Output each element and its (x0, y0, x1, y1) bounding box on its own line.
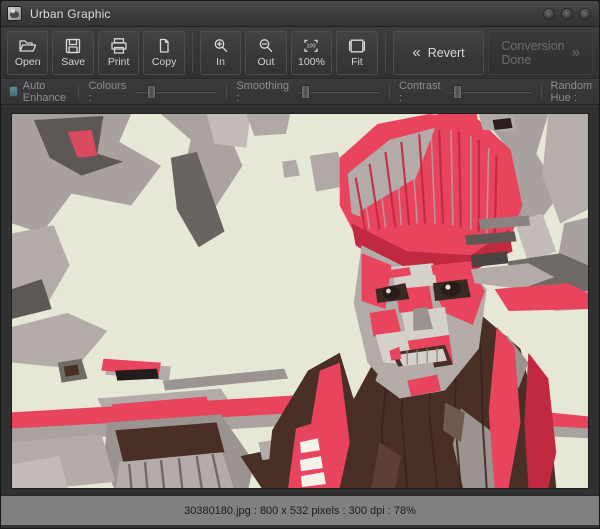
title-bar: Urban Graphic (1, 1, 599, 27)
revert-button-label: Revert (428, 46, 465, 60)
main-toolbar: Open Save Print Copy In (1, 27, 599, 79)
colours-slider[interactable] (135, 85, 217, 99)
close-button[interactable] (579, 8, 591, 20)
print-button[interactable]: Print (98, 31, 139, 75)
printer-icon (109, 37, 129, 55)
contrast-slider-knob[interactable] (453, 85, 462, 99)
maximize-button[interactable] (561, 8, 573, 20)
copy-button-label: Copy (152, 57, 177, 68)
zoom-out-button[interactable]: Out (245, 31, 286, 75)
toolbar-separator-1 (192, 33, 193, 73)
status-bar: 30380180.jpg : 800 x 532 pixels : 300 dp… (1, 495, 599, 525)
svg-text:100: 100 (307, 44, 316, 50)
zoom-in-icon (211, 37, 231, 55)
double-chevron-left-icon: « (412, 45, 420, 60)
copy-pages-icon (154, 37, 174, 55)
zoom-actual-label: 100% (298, 57, 325, 68)
conversion-done-label: Conversion Done (501, 39, 564, 67)
zoom-in-button[interactable]: In (200, 31, 241, 75)
zoom-out-icon (256, 37, 276, 55)
zoom-fit-button[interactable]: Fit (336, 31, 377, 75)
colours-control: Colours : (88, 80, 217, 104)
open-button[interactable]: Open (7, 31, 48, 75)
image-preview[interactable] (11, 113, 589, 489)
zoom-out-label: Out (258, 57, 275, 68)
app-logo-icon (7, 6, 22, 21)
toolbar-separator-2 (385, 33, 386, 73)
save-button[interactable]: Save (52, 31, 93, 75)
random-hue-control: Random Hue : (551, 80, 600, 104)
options-bar: Auto Enhance Colours : Smoothing : Contr… (1, 79, 599, 105)
folder-open-icon (18, 37, 38, 55)
smoothing-slider-knob[interactable] (301, 85, 310, 99)
contrast-control: Contrast : (399, 80, 532, 104)
contrast-slider[interactable] (449, 85, 531, 99)
colours-label: Colours : (88, 80, 130, 104)
print-button-label: Print (108, 57, 130, 68)
random-hue-label: Random Hue : (551, 80, 598, 104)
options-separator-4 (541, 84, 542, 100)
window-title: Urban Graphic (30, 7, 111, 21)
zoom-in-label: In (216, 57, 225, 68)
open-button-label: Open (15, 57, 41, 68)
contrast-slider-track (449, 91, 531, 93)
floppy-disk-icon (63, 37, 83, 55)
status-text: 30380180.jpg : 800 x 532 pixels : 300 dp… (184, 505, 416, 517)
canvas-area[interactable] (1, 105, 599, 495)
smoothing-label: Smoothing : (236, 80, 292, 104)
options-separator-1 (78, 84, 79, 100)
window-controls (543, 8, 591, 20)
checkbox-icon[interactable] (9, 86, 18, 97)
zoom-fit-label: Fit (351, 57, 363, 68)
save-button-label: Save (61, 57, 85, 68)
auto-enhance-toggle[interactable]: Auto Enhance (9, 80, 69, 104)
colours-slider-knob[interactable] (147, 85, 156, 99)
options-separator-3 (389, 84, 390, 100)
double-chevron-right-icon: » (572, 45, 580, 60)
smoothing-slider[interactable] (298, 85, 380, 99)
options-separator-2 (226, 84, 227, 100)
smoothing-control: Smoothing : (236, 80, 380, 104)
zoom-actual-button[interactable]: 100 100% (291, 31, 332, 75)
zoom-fit-icon (347, 37, 367, 55)
minimize-button[interactable] (543, 8, 555, 20)
contrast-label: Contrast : (399, 80, 445, 104)
smoothing-slider-track (298, 91, 380, 93)
copy-button[interactable]: Copy (143, 31, 184, 75)
revert-button[interactable]: « Revert (393, 31, 485, 75)
zoom-actual-icon: 100 (301, 37, 321, 55)
conversion-done-button[interactable]: Conversion Done » (488, 31, 593, 75)
application-window: Urban Graphic Open Save Print (0, 0, 600, 529)
auto-enhance-label: Auto Enhance (23, 80, 70, 104)
posterized-photo (12, 114, 588, 488)
